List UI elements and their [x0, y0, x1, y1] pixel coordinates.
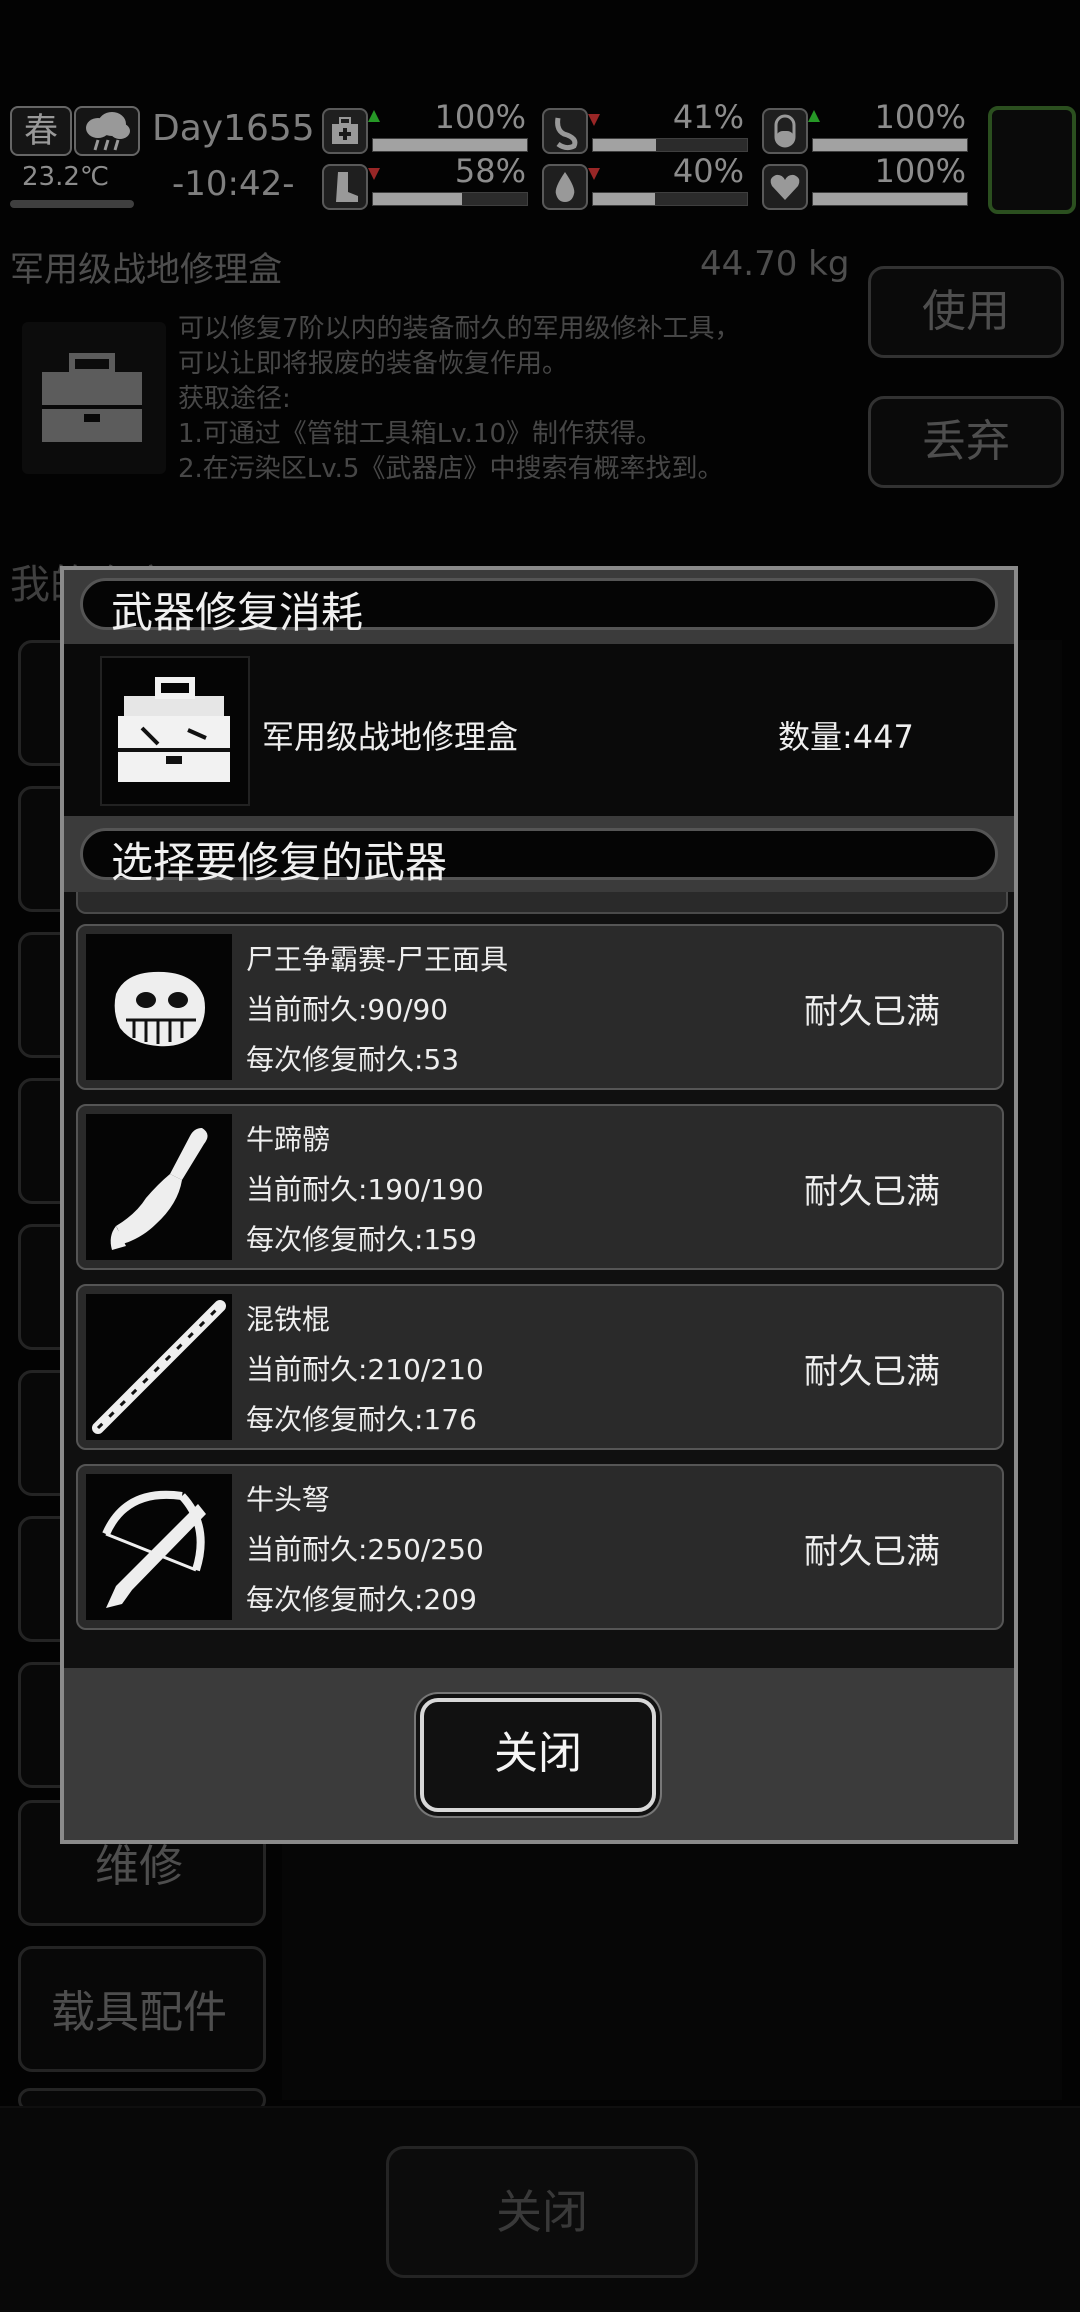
- consume-item-quantity: 数量:447: [778, 718, 914, 756]
- weapon-durability: 当前耐久:190/190: [246, 1173, 484, 1206]
- weapon-durability: 当前耐久:250/250: [246, 1533, 484, 1566]
- weapon-repair-amount: 每次修复耐久:176: [246, 1403, 477, 1436]
- weapon-durability: 当前耐久:210/210: [246, 1353, 484, 1386]
- dialog-title-bar: 武器修复消耗: [80, 578, 998, 637]
- weapon-repair-amount: 每次修复耐久:53: [246, 1043, 460, 1076]
- ox-hoof-club-icon: [86, 1114, 232, 1260]
- consume-item-name: 军用级战地修理盒: [262, 718, 519, 756]
- weapon-status: 耐久已满: [804, 1172, 940, 1212]
- select-weapon-title: 选择要修复的武器: [111, 838, 448, 887]
- select-weapon-title-bar: 选择要修复的武器: [80, 828, 998, 887]
- weapon-status: 耐久已满: [804, 992, 940, 1032]
- list-item-partial: [76, 892, 1008, 914]
- crossbow-icon: [86, 1474, 232, 1620]
- iron-staff-icon: [86, 1294, 232, 1440]
- weapon-name: 牛蹄髈: [246, 1123, 331, 1156]
- weapon-durability: 当前耐久:90/90: [246, 993, 449, 1026]
- weapon-repair-amount: 每次修复耐久:209: [246, 1583, 477, 1616]
- weapon-status: 耐久已满: [804, 1532, 940, 1572]
- skull-mask-icon: [86, 934, 232, 1080]
- dialog-close-button[interactable]: 关闭: [420, 1698, 656, 1812]
- dialog-title: 武器修复消耗: [111, 588, 364, 637]
- toolbox-icon: [100, 656, 250, 806]
- weapon-name: 尸王争霸赛-尸王面具: [246, 943, 509, 976]
- weapon-name: 混铁棍: [246, 1303, 331, 1336]
- weapon-repair-amount: 每次修复耐久:159: [246, 1223, 477, 1256]
- weapon-status: 耐久已满: [804, 1352, 940, 1392]
- weapon-name: 牛头弩: [246, 1483, 331, 1516]
